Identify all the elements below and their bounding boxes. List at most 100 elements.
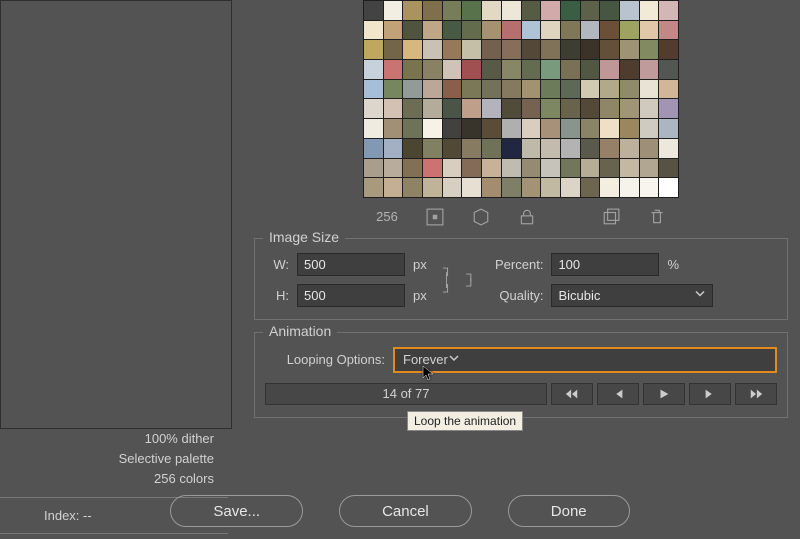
color-swatch[interactable] xyxy=(600,119,619,138)
quality-select[interactable]: Bicubic xyxy=(551,284,713,307)
color-swatch[interactable] xyxy=(659,1,678,20)
color-swatch[interactable] xyxy=(482,40,501,59)
color-swatch[interactable] xyxy=(384,139,403,158)
color-swatch[interactable] xyxy=(364,60,383,79)
color-swatch[interactable] xyxy=(522,80,541,99)
color-swatch[interactable] xyxy=(462,40,481,59)
color-swatch[interactable] xyxy=(561,21,580,40)
color-swatch[interactable] xyxy=(581,139,600,158)
cancel-button[interactable]: Cancel xyxy=(339,495,472,527)
color-swatch[interactable] xyxy=(541,139,560,158)
color-swatch[interactable] xyxy=(561,1,580,20)
color-swatch[interactable] xyxy=(462,60,481,79)
color-swatch[interactable] xyxy=(640,21,659,40)
color-swatch[interactable] xyxy=(600,80,619,99)
color-swatch[interactable] xyxy=(522,1,541,20)
color-swatch[interactable] xyxy=(423,80,442,99)
color-swatch[interactable] xyxy=(620,60,639,79)
color-swatch[interactable] xyxy=(423,21,442,40)
color-swatch[interactable] xyxy=(541,40,560,59)
color-swatch[interactable] xyxy=(462,80,481,99)
color-swatch[interactable] xyxy=(522,159,541,178)
lock-icon[interactable] xyxy=(518,208,536,226)
color-swatch[interactable] xyxy=(502,99,521,118)
color-swatch[interactable] xyxy=(502,1,521,20)
color-swatch[interactable] xyxy=(640,80,659,99)
color-swatch[interactable] xyxy=(384,1,403,20)
color-swatch[interactable] xyxy=(502,40,521,59)
color-swatch[interactable] xyxy=(423,99,442,118)
play-button[interactable] xyxy=(643,383,685,405)
color-swatch[interactable] xyxy=(620,159,639,178)
prev-frame-button[interactable] xyxy=(597,383,639,405)
link-dimensions-icon[interactable]: ┐│┘ xyxy=(439,253,456,307)
color-swatch[interactable] xyxy=(364,1,383,20)
color-swatch[interactable] xyxy=(423,159,442,178)
color-swatch[interactable] xyxy=(620,99,639,118)
color-swatch[interactable] xyxy=(541,178,560,197)
color-swatch[interactable] xyxy=(403,80,422,99)
color-swatch[interactable] xyxy=(482,119,501,138)
color-swatch[interactable] xyxy=(640,99,659,118)
color-swatch[interactable] xyxy=(561,119,580,138)
height-input[interactable] xyxy=(297,284,405,307)
color-swatch[interactable] xyxy=(620,80,639,99)
color-swatch[interactable] xyxy=(423,119,442,138)
color-swatch[interactable] xyxy=(403,139,422,158)
color-swatch[interactable] xyxy=(581,159,600,178)
color-swatch[interactable] xyxy=(640,40,659,59)
color-swatch[interactable] xyxy=(384,40,403,59)
color-swatch[interactable] xyxy=(443,159,462,178)
color-swatch[interactable] xyxy=(462,1,481,20)
color-swatch[interactable] xyxy=(364,99,383,118)
color-swatch[interactable] xyxy=(522,40,541,59)
color-swatch[interactable] xyxy=(659,119,678,138)
color-swatch[interactable] xyxy=(561,178,580,197)
color-swatch[interactable] xyxy=(482,80,501,99)
color-swatch[interactable] xyxy=(561,159,580,178)
snap-web-icon[interactable] xyxy=(426,208,444,226)
color-swatch[interactable] xyxy=(443,60,462,79)
color-swatch[interactable] xyxy=(600,99,619,118)
color-swatch[interactable] xyxy=(462,119,481,138)
color-swatch[interactable] xyxy=(620,119,639,138)
color-swatch[interactable] xyxy=(423,178,442,197)
color-swatch[interactable] xyxy=(541,159,560,178)
color-swatch[interactable] xyxy=(581,80,600,99)
color-swatch[interactable] xyxy=(561,139,580,158)
color-swatch[interactable] xyxy=(403,1,422,20)
color-swatch[interactable] xyxy=(659,99,678,118)
color-swatch[interactable] xyxy=(482,139,501,158)
color-swatch[interactable] xyxy=(423,60,442,79)
color-swatch[interactable] xyxy=(423,139,442,158)
color-swatch[interactable] xyxy=(443,21,462,40)
color-swatch[interactable] xyxy=(659,60,678,79)
color-swatch[interactable] xyxy=(443,1,462,20)
color-swatch[interactable] xyxy=(443,119,462,138)
color-swatch[interactable] xyxy=(600,60,619,79)
color-swatch[interactable] xyxy=(364,80,383,99)
color-swatch[interactable] xyxy=(443,178,462,197)
cube-icon[interactable] xyxy=(472,208,490,226)
color-swatch[interactable] xyxy=(462,99,481,118)
color-swatch[interactable] xyxy=(600,40,619,59)
color-swatch[interactable] xyxy=(561,99,580,118)
color-swatch[interactable] xyxy=(659,21,678,40)
color-swatch[interactable] xyxy=(443,80,462,99)
color-swatch[interactable] xyxy=(384,80,403,99)
color-swatch[interactable] xyxy=(384,159,403,178)
color-swatch[interactable] xyxy=(443,99,462,118)
color-swatch[interactable] xyxy=(581,178,600,197)
color-swatch[interactable] xyxy=(384,99,403,118)
color-swatch[interactable] xyxy=(640,178,659,197)
color-swatch[interactable] xyxy=(659,139,678,158)
color-swatch[interactable] xyxy=(502,21,521,40)
color-swatch[interactable] xyxy=(482,21,501,40)
color-swatch[interactable] xyxy=(581,40,600,59)
color-swatch[interactable] xyxy=(541,80,560,99)
color-swatch[interactable] xyxy=(364,21,383,40)
color-swatch[interactable] xyxy=(384,178,403,197)
color-swatch[interactable] xyxy=(620,21,639,40)
color-swatch[interactable] xyxy=(443,40,462,59)
color-swatch[interactable] xyxy=(561,60,580,79)
